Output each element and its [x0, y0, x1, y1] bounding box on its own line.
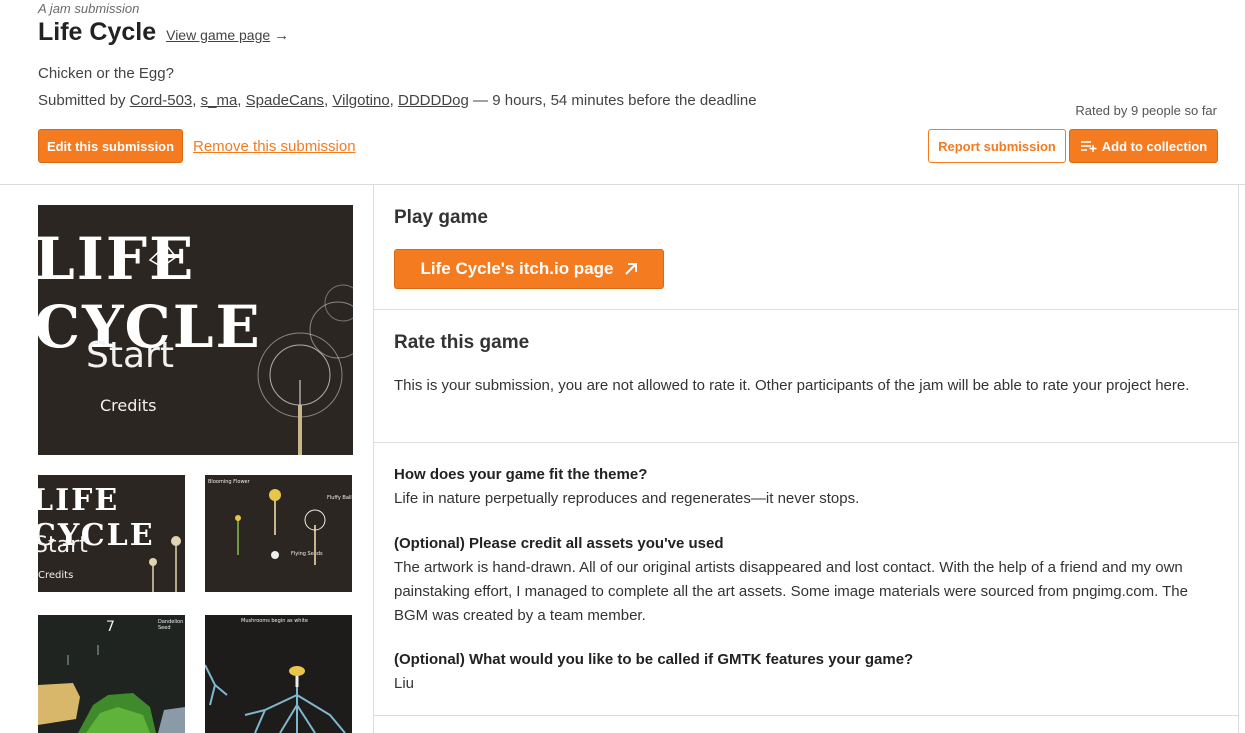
- question-text: How does your game fit the theme?: [394, 466, 648, 483]
- remove-submission-link[interactable]: Remove this submission: [193, 138, 356, 155]
- author-link[interactable]: Cord-503: [130, 92, 193, 109]
- external-link-icon: [624, 263, 637, 275]
- author-link[interactable]: s_ma: [201, 92, 238, 109]
- play-game-heading: Play game: [394, 207, 488, 228]
- screenshot-main[interactable]: LIFE CYCLE Start Credits: [38, 205, 353, 455]
- screenshot-column: LIFE CYCLE Start Credits LIFE CYCLE Star…: [0, 185, 374, 733]
- arrow-right-icon: →: [274, 27, 290, 44]
- edit-submission-label: Edit this submission: [46, 138, 175, 154]
- game-tagline: Chicken or the Egg?: [38, 65, 174, 82]
- rating-count: Rated by 9 people so far: [1075, 103, 1217, 118]
- itch-page-label: Life Cycle's itch.io page: [420, 259, 614, 278]
- answer-block: (Optional) Please credit all assets you'…: [394, 532, 1214, 628]
- answer-text: Life in nature perpetually reproduces an…: [394, 490, 860, 507]
- submission-header: A jam submission Life Cycle View game pa…: [0, 0, 1245, 185]
- answer-block: (Optional) What would you like to be cal…: [394, 648, 1214, 696]
- report-submission-label: Report submission: [938, 138, 1056, 154]
- dandelion-illustration: [149, 536, 181, 592]
- submitted-prefix: Submitted by: [38, 92, 126, 109]
- mushroom-roots-illustration: [205, 664, 346, 733]
- screenshot-thumbnail[interactable]: 7 Dandelion Seed: [38, 615, 185, 733]
- screenshot-thumbnail[interactable]: Blooming Flower Fluffy Ball Flying Seeds: [205, 475, 352, 592]
- edit-submission-button[interactable]: Edit this submission: [38, 129, 183, 163]
- author-link[interactable]: Vilgotino: [332, 92, 389, 109]
- playlist-add-icon: [1080, 141, 1097, 152]
- play-game-section: Play game Life Cycle's itch.io page: [374, 185, 1238, 310]
- rate-game-heading: Rate this game: [394, 332, 530, 353]
- answer-block: How does your game fit the theme? Life i…: [394, 463, 1214, 511]
- rate-game-section: Rate this game This is your submission, …: [374, 310, 1238, 443]
- answer-text: Liu: [394, 675, 415, 692]
- itch-page-button[interactable]: Life Cycle's itch.io page: [394, 249, 664, 289]
- report-submission-button[interactable]: Report submission: [928, 129, 1066, 163]
- game-title: Life Cycle: [38, 18, 157, 46]
- add-to-collection-label: Add to collection: [1101, 138, 1208, 154]
- rate-notice: This is your submission, you are not all…: [394, 377, 1190, 394]
- add-to-collection-button[interactable]: Add to collection: [1069, 129, 1218, 163]
- view-game-page-link[interactable]: View game page →: [166, 27, 289, 45]
- view-game-page-label[interactable]: View game page: [166, 27, 270, 43]
- answer-text: The artwork is hand-drawn. All of our or…: [394, 559, 1188, 624]
- question-text: (Optional) What would you like to be cal…: [394, 651, 914, 668]
- screenshot-thumbnail[interactable]: Mushrooms begin as white: [205, 615, 352, 733]
- author-link[interactable]: DDDDDog: [398, 92, 469, 109]
- screenshot-thumbnail[interactable]: LIFE CYCLE Start Credits: [38, 475, 185, 592]
- dandelion-illustration: [148, 243, 353, 455]
- grass-terrain-illustration: [38, 645, 185, 733]
- details-column: Play game Life Cycle's itch.io page Rate…: [374, 185, 1239, 733]
- submission-answers: How does your game fit the theme? Life i…: [374, 443, 1238, 716]
- submitted-by-line: Submitted by Cord-503, s_ma, SpadeCans, …: [38, 92, 757, 109]
- author-link[interactable]: SpadeCans: [246, 92, 324, 109]
- flower-stages-illustration: [235, 489, 326, 565]
- title-row: Life Cycle View game page →: [38, 18, 289, 47]
- question-text: (Optional) Please credit all assets you'…: [394, 535, 724, 552]
- deadline-note: — 9 hours, 54 minutes before the deadlin…: [473, 92, 757, 109]
- jam-submission-label: A jam submission: [38, 1, 140, 16]
